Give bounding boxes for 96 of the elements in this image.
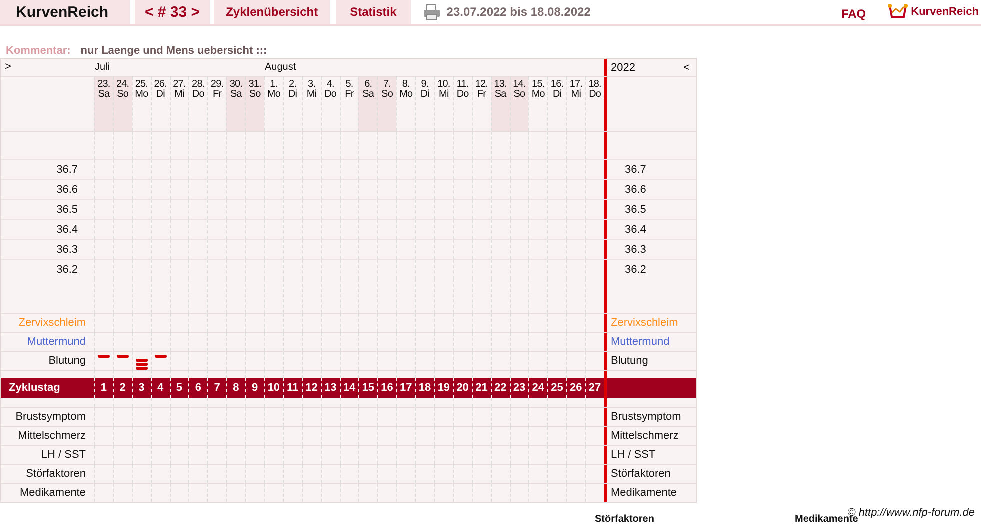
row-label: Blutung <box>48 354 87 369</box>
date-cell: 8. Mo <box>396 77 416 131</box>
cycle-day-number: 15 <box>358 378 378 398</box>
comment-text: nur Laenge und Mens uebersicht ::: <box>80 45 268 57</box>
row-label: Muttermund <box>610 335 671 350</box>
temperature-label: 36.7 <box>624 162 648 178</box>
date-cell: 6. Sa <box>358 77 378 131</box>
cycle-day-number: 23 <box>510 378 528 398</box>
cycle-day-number: 26 <box>566 378 586 398</box>
cycle-day-number: 24 <box>528 378 548 398</box>
legend-heading: Störfaktoren <box>595 514 654 525</box>
date-cell: 26. Di <box>150 77 170 131</box>
date-cell: 17. Mi <box>566 77 586 131</box>
date-range: 23.07.2022 bis 18.08.2022 <box>446 5 591 19</box>
temperature-label: 36.5 <box>624 202 648 218</box>
previous-arrow[interactable]: > <box>1 59 94 76</box>
cycle-day-number: 21 <box>472 378 491 398</box>
date-cell: 9. Di <box>415 77 434 131</box>
date-cell: 10. Mi <box>434 77 453 131</box>
row-label: Zervixschleim <box>18 316 87 331</box>
date-cell: 4. Do <box>320 77 340 131</box>
date-cell: 13. Sa <box>490 77 510 131</box>
temperature-label: 36.4 <box>56 222 79 238</box>
cycle-day-label: Zyklustag <box>8 381 62 396</box>
faq-link[interactable]: FAQ <box>841 7 866 21</box>
row-label: Zervixschleim <box>610 316 680 331</box>
date-cell: 14. So <box>510 77 528 131</box>
date-cell: 11. Do <box>452 77 472 131</box>
nav-tab[interactable]: Statistik <box>336 0 411 24</box>
cycle-day-number: 8 <box>226 378 246 398</box>
date-cell: 1. Mo <box>264 77 283 131</box>
row-label: LH / SST <box>40 448 87 463</box>
row-label: Störfaktoren <box>25 467 87 482</box>
row-label: Blutung <box>610 354 650 369</box>
row-label: LH / SST <box>610 448 657 463</box>
cycle-day-number: 12 <box>302 378 321 398</box>
app-title: KurvenReich <box>0 0 130 24</box>
printer-icon[interactable] <box>422 4 441 20</box>
month-label: August <box>265 62 296 73</box>
date-cell: 28. Do <box>188 77 208 131</box>
cycle-day-number: 16 <box>377 378 396 398</box>
cycle-day-number: 2 <box>112 378 132 398</box>
cycle-day-number: 19 <box>434 378 453 398</box>
temperature-label: 36.5 <box>56 202 79 218</box>
date-cell: 23. Sa <box>94 77 113 131</box>
cycle-day-number: 25 <box>547 378 566 398</box>
logo-text: KurvenReich <box>911 6 979 18</box>
cycle-day-number: 17 <box>396 378 416 398</box>
row-label: Brustsymptom <box>14 410 87 425</box>
logo-icon <box>888 3 908 21</box>
cycle-nav-button[interactable]: < # 33 > <box>135 0 210 24</box>
cycle-day-number: 11 <box>282 378 302 398</box>
row-label: Mittelschmerz <box>610 429 680 444</box>
cycle-day-number: 5 <box>170 378 188 398</box>
nav-tab[interactable]: Zyklenübersicht <box>214 0 330 24</box>
date-cell: 16. Di <box>547 77 566 131</box>
year-label: 2022 <box>611 62 636 74</box>
cycle-day-number: 14 <box>340 378 358 398</box>
cycle-day-number: 9 <box>245 378 264 398</box>
cycle-day-number: 1 <box>94 378 113 398</box>
cycle-day-number: 4 <box>150 378 170 398</box>
date-cell: 27. Mi <box>170 77 188 131</box>
row-label: Muttermund <box>26 335 87 350</box>
cycle-day-number: 10 <box>264 378 283 398</box>
cycle-day-number: 18 <box>415 378 434 398</box>
comment-label: Kommentar: <box>6 45 71 57</box>
temperature-label: 36.3 <box>56 242 79 258</box>
cycle-day-number: 3 <box>132 378 151 398</box>
temperature-label: 36.2 <box>624 262 648 278</box>
date-cell: 15. Mo <box>528 77 548 131</box>
legend-heading: Medikamente <box>795 514 858 525</box>
row-label: Medikamente <box>610 486 678 501</box>
next-arrow[interactable]: < <box>684 62 690 74</box>
date-cell: 30. Sa <box>226 77 246 131</box>
temperature-label: 36.6 <box>624 182 648 198</box>
date-cell: 7. So <box>377 77 396 131</box>
date-cell: 3. Mi <box>302 77 321 131</box>
temperature-label: 36.2 <box>56 262 79 278</box>
row-label: Brustsymptom <box>610 410 682 425</box>
cycle-day-number: 13 <box>320 378 340 398</box>
row-label: Störfaktoren <box>610 467 672 482</box>
temperature-label: 36.3 <box>624 242 648 258</box>
temperature-label: 36.6 <box>56 182 79 198</box>
cycle-day-number: 20 <box>452 378 472 398</box>
cycle-day-number: 22 <box>490 378 510 398</box>
date-cell: 31. So <box>245 77 264 131</box>
row-label: Mittelschmerz <box>17 429 87 444</box>
date-cell: 25. Mo <box>132 77 151 131</box>
date-cell: 24. So <box>112 77 132 131</box>
date-cell: 2. Di <box>282 77 302 131</box>
cycle-day-number: 6 <box>188 378 208 398</box>
temperature-label: 36.7 <box>56 162 79 178</box>
temperature-label: 36.4 <box>624 222 648 238</box>
cycle-day-number: 7 <box>207 378 226 398</box>
row-label: Medikamente <box>18 486 87 501</box>
month-label: Juli <box>95 62 110 73</box>
